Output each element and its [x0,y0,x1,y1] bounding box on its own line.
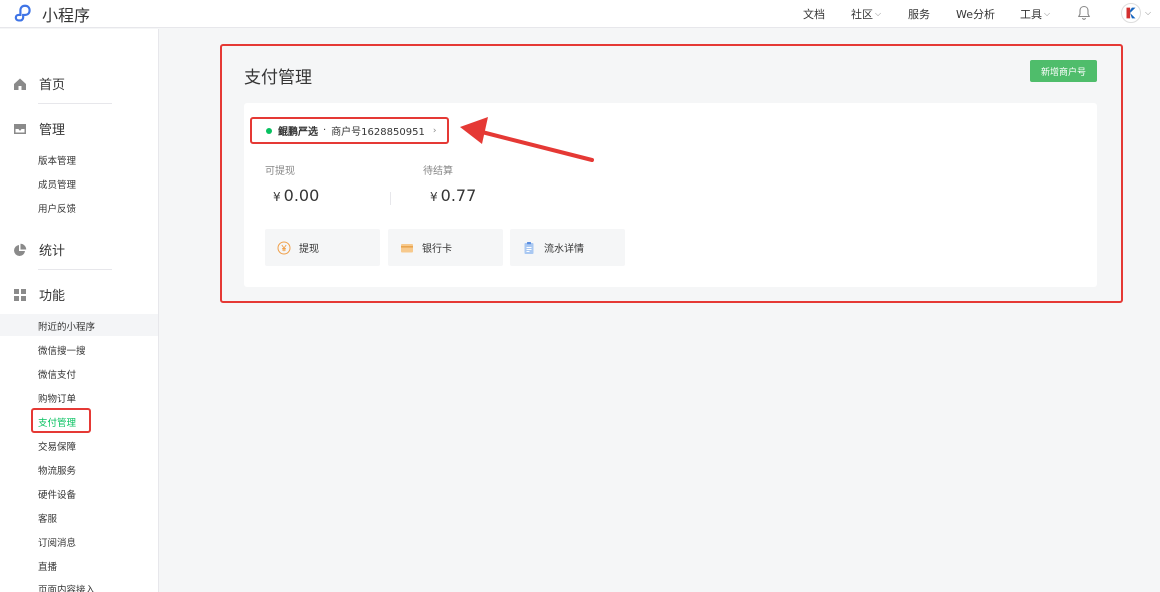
action-label: 提现 [299,244,319,255]
nav-we-analytics[interactable]: We分析 [956,6,995,22]
currency-symbol: ¥ [273,190,281,204]
sidebar-section-label: 首页 [39,78,66,93]
divider [390,192,391,205]
app-title: 小程序 [42,6,91,25]
yen-coin-icon [277,241,291,254]
pending-settlement-label: 待结算 [423,166,453,177]
action-label: 银行卡 [422,244,452,255]
withdrawable-label: 可提现 [265,166,295,177]
mini-program-logo-icon [14,4,31,22]
sidebar-section-home[interactable]: 首页 [13,74,65,93]
sidebar-item-transaction-protection[interactable]: 交易保障 [38,439,76,453]
sidebar-section-label: 管理 [39,123,66,138]
merchant-selector[interactable]: 鲲鹏严选 · 商户号1628850951 › [250,117,449,144]
merchant-name: 鲲鹏严选 [278,127,318,138]
nav-services[interactable]: 服务 [908,6,930,22]
currency-symbol: ¥ [430,190,438,204]
sidebar-item-wechat-pay[interactable]: 微信支付 [38,367,76,381]
chevron-down-icon: ⌵ [875,9,882,18]
home-icon [14,78,26,90]
logo[interactable]: 小程序 [14,2,90,26]
inbox-icon [14,123,26,134]
sidebar-item-member-management[interactable]: 成员管理 [38,177,76,191]
withdraw-button[interactable]: 提现 [265,229,380,266]
sidebar-item-customer-service[interactable]: 客服 [38,511,57,525]
avatar-image-icon [1122,4,1140,22]
avatar[interactable] [1121,3,1141,23]
sidebar-item-subscription-messages[interactable]: 订阅消息 [38,535,76,549]
sidebar-section-label: 功能 [39,289,66,304]
pending-settlement-amount: ¥0.77 [430,186,476,205]
transaction-details-button[interactable]: 流水详情 [510,229,625,266]
nav-docs[interactable]: 文档 [803,6,825,22]
divider [38,269,112,270]
amount-value: 0.77 [440,186,477,205]
nav-label: We分析 [956,8,995,21]
sidebar-section-stats[interactable]: 统计 [13,240,65,259]
add-merchant-button[interactable]: 新增商户号 [1030,60,1097,82]
sidebar-item-wechat-search[interactable]: 微信搜一搜 [38,343,86,357]
chevron-down-icon[interactable]: ⌵ [1145,8,1151,18]
sidebar-item-hardware[interactable]: 硬件设备 [38,487,76,501]
bank-card-icon [401,243,413,252]
sidebar-item-live[interactable]: 直播 [38,559,57,573]
sidebar-section-features[interactable]: 功能 [13,285,65,304]
pie-chart-icon [14,243,27,256]
status-dot-icon [266,127,272,134]
nav-label: 服务 [908,8,930,21]
sidebar-item-shopping-orders[interactable]: 购物订单 [38,391,76,405]
merchant-separator: · [323,125,327,136]
bell-icon[interactable] [1077,5,1091,21]
sidebar-item-page-content[interactable]: 页面内容接入 [38,582,95,592]
page-title: 支付管理 [244,68,312,88]
bank-card-button[interactable]: 银行卡 [388,229,503,266]
chevron-down-icon: ⌵ [1044,9,1051,18]
sidebar-item-version-management[interactable]: 版本管理 [38,153,76,167]
nav-label: 社区 [851,8,873,21]
nav-label: 工具 [1020,8,1042,21]
top-bar: 小程序 文档 社区 ⌵ 服务 We分析 工具 ⌵ ⌵ [0,0,1160,28]
action-label: 流水详情 [544,244,584,255]
divider [38,103,112,104]
annotation-highlight-box [31,408,91,433]
clipboard-icon [524,241,534,254]
nav-community[interactable]: 社区 ⌵ [851,6,881,22]
sidebar [0,29,159,592]
chevron-right-icon: › [432,125,437,136]
merchant-id: 商户号1628850951 [331,127,425,138]
sidebar-item-logistics[interactable]: 物流服务 [38,463,76,477]
withdrawable-amount: ¥0.00 [273,186,319,205]
amount-value: 0.00 [283,186,320,205]
grid-icon [14,288,26,301]
sidebar-section-manage[interactable]: 管理 [13,119,65,138]
sidebar-item-user-feedback[interactable]: 用户反馈 [38,201,76,215]
sidebar-section-label: 统计 [39,244,66,259]
nav-label: 文档 [803,8,825,21]
sidebar-item-nearby-mini-programs[interactable]: 附近的小程序 [38,319,95,333]
nav-tools[interactable]: 工具 ⌵ [1020,6,1050,22]
